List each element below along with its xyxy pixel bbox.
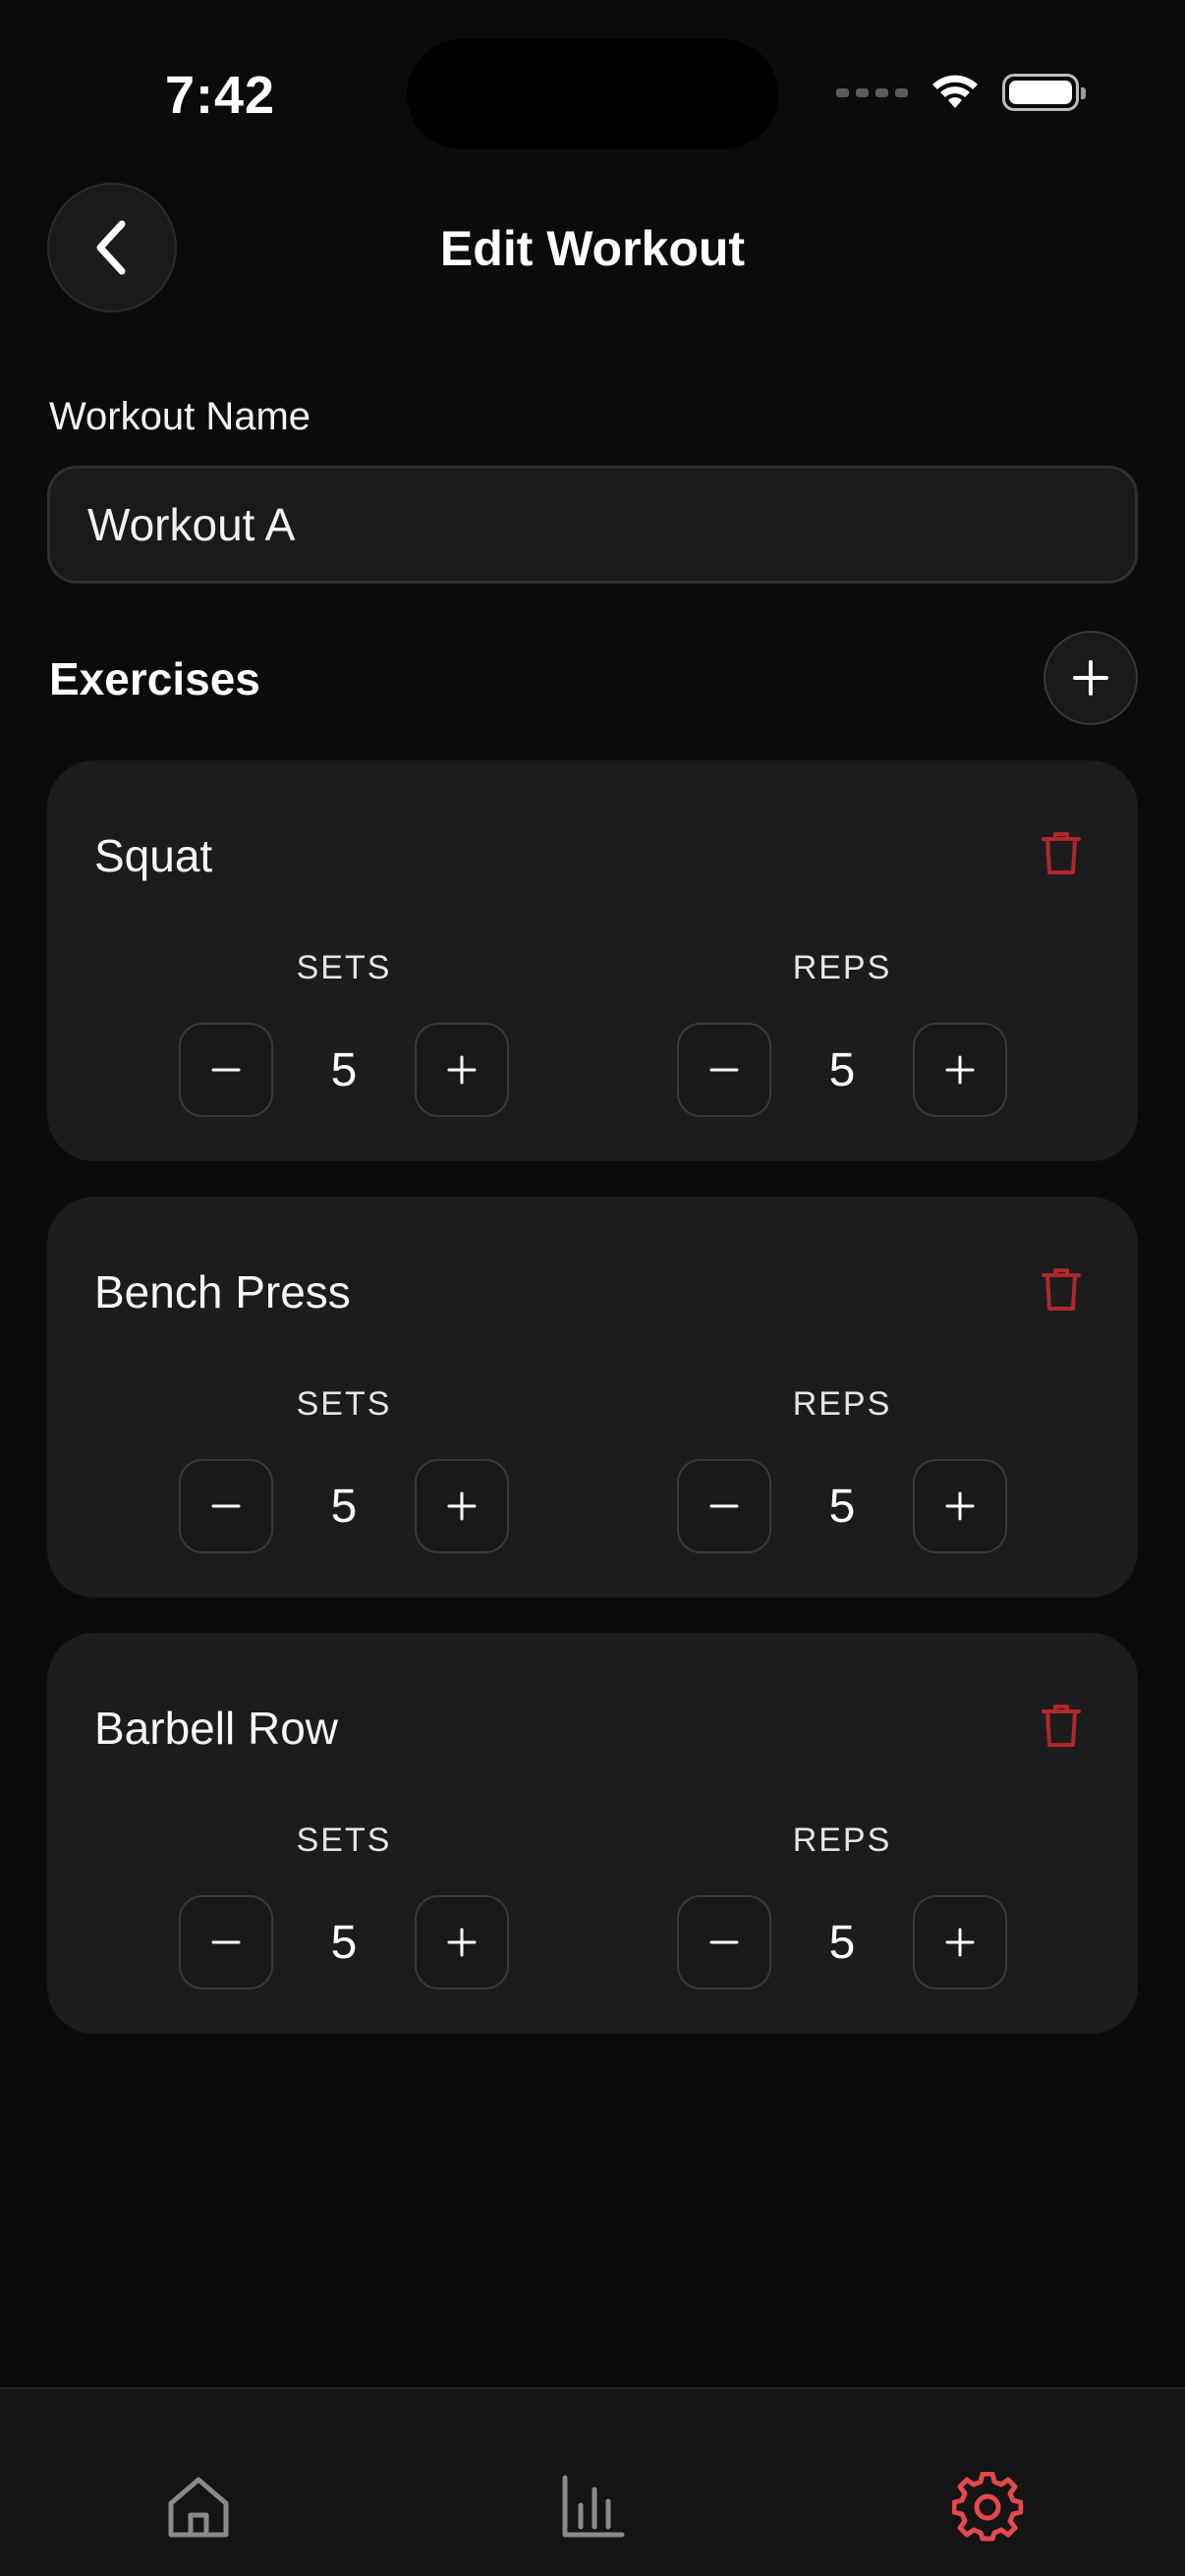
sets-counter: SETS 5 <box>179 1821 509 1989</box>
delete-exercise-button[interactable] <box>1032 1260 1091 1318</box>
tab-bar <box>0 2387 1185 2576</box>
reps-counter: REPS 5 <box>677 1821 1007 1989</box>
plus-icon <box>945 1055 975 1085</box>
home-icon <box>168 2477 229 2538</box>
increase-sets-button[interactable] <box>415 1895 509 1989</box>
sets-label: SETS <box>296 1385 392 1423</box>
exercise-name: Bench Press <box>94 1266 351 1317</box>
exercise-card-squat: Squat SETS 5 REPS 5 <box>47 760 1138 1161</box>
increase-reps-button[interactable] <box>913 1023 1007 1117</box>
decrease-reps-button[interactable] <box>677 1895 771 1989</box>
reps-label: REPS <box>792 1385 892 1423</box>
trash-icon <box>1042 1705 1081 1747</box>
reps-label: REPS <box>792 1821 892 1859</box>
reps-value: 5 <box>828 1480 856 1533</box>
plus-icon <box>447 1491 477 1521</box>
exercise-name: Barbell Row <box>94 1703 338 1754</box>
sets-value: 5 <box>330 1480 358 1533</box>
increase-sets-button[interactable] <box>415 1459 509 1553</box>
sets-label: SETS <box>296 949 392 986</box>
reps-value: 5 <box>828 1043 856 1096</box>
exercise-card-barbell-row: Barbell Row SETS 5 REPS 5 <box>47 1633 1138 2034</box>
minus-icon <box>709 1940 739 1944</box>
decrease-reps-button[interactable] <box>677 1459 771 1553</box>
gear-icon <box>952 2472 1023 2542</box>
status-indicators <box>836 73 1086 112</box>
battery-icon <box>1002 74 1086 111</box>
decrease-sets-button[interactable] <box>179 1023 273 1117</box>
increase-reps-button[interactable] <box>913 1459 1007 1553</box>
trash-icon <box>1042 832 1081 874</box>
minus-icon <box>211 1504 241 1508</box>
edit-workout-screen: 7:42 Edit Workout Workout Name Exercises… <box>0 0 1185 2576</box>
exercise-card-bench-press: Bench Press SETS 5 REPS 5 <box>47 1197 1138 1597</box>
dynamic-island <box>407 39 778 149</box>
reps-label: REPS <box>792 949 892 986</box>
trash-icon <box>1042 1268 1081 1311</box>
increase-sets-button[interactable] <box>415 1023 509 1117</box>
minus-icon <box>709 1504 739 1508</box>
reps-counter: REPS 5 <box>677 949 1007 1117</box>
workout-name-input[interactable] <box>47 466 1138 584</box>
cellular-signal-icon <box>836 87 908 97</box>
plus-icon <box>945 1928 975 1957</box>
sets-counter: SETS 5 <box>179 949 509 1117</box>
decrease-sets-button[interactable] <box>179 1895 273 1989</box>
add-exercise-button[interactable] <box>1044 631 1138 725</box>
plus-icon <box>1073 660 1108 696</box>
tab-settings[interactable] <box>948 2468 1027 2547</box>
increase-reps-button[interactable] <box>913 1895 1007 1989</box>
tab-stats[interactable] <box>553 2468 632 2547</box>
bar-chart-icon <box>562 2475 625 2538</box>
workout-name-label: Workout Name <box>49 395 311 438</box>
sets-counter: SETS 5 <box>179 1385 509 1553</box>
delete-exercise-button[interactable] <box>1032 823 1091 882</box>
decrease-reps-button[interactable] <box>677 1023 771 1117</box>
delete-exercise-button[interactable] <box>1032 1696 1091 1755</box>
plus-icon <box>447 1055 477 1085</box>
status-time: 7:42 <box>165 66 276 125</box>
sets-value: 5 <box>330 1043 358 1096</box>
exercises-title: Exercises <box>49 653 260 704</box>
wifi-icon <box>932 75 978 108</box>
minus-icon <box>709 1068 739 1072</box>
page-title: Edit Workout <box>439 221 746 276</box>
minus-icon <box>211 1940 241 1944</box>
decrease-sets-button[interactable] <box>179 1459 273 1553</box>
sets-value: 5 <box>330 1916 358 1969</box>
reps-value: 5 <box>828 1916 856 1969</box>
reps-counter: REPS 5 <box>677 1385 1007 1553</box>
plus-icon <box>447 1928 477 1957</box>
sets-label: SETS <box>296 1821 392 1859</box>
exercise-name: Squat <box>94 830 213 881</box>
plus-icon <box>945 1491 975 1521</box>
minus-icon <box>211 1068 241 1072</box>
tab-home[interactable] <box>159 2468 238 2547</box>
